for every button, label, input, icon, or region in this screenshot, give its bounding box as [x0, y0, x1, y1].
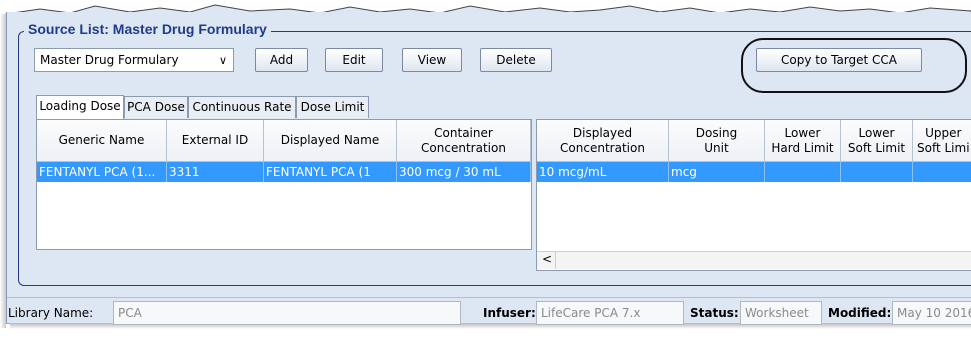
modified-field: May 10 2016	[892, 301, 971, 325]
cell-container-concentration[interactable]: 300 mcg / 30 mL	[397, 162, 531, 182]
highlight-ellipse	[741, 38, 967, 93]
tab-pca-dose[interactable]: PCA Dose	[124, 96, 188, 118]
left-table: Generic Name External ID Displayed Name …	[36, 119, 532, 250]
column-header-upper-soft-limit[interactable]: Upper Soft Limi	[913, 120, 971, 162]
cell-upper-soft-limit[interactable]	[913, 162, 971, 182]
cell-dosing-unit[interactable]: mcg	[669, 162, 765, 182]
tab-dose-limit[interactable]: Dose Limit	[296, 96, 369, 118]
add-button[interactable]: Add	[255, 48, 308, 72]
horizontal-scrollbar[interactable]: <	[537, 251, 971, 269]
column-header-lower-soft-limit[interactable]: Lower Soft Limit	[841, 120, 913, 162]
column-header-dosing-unit[interactable]: Dosing Unit	[669, 120, 765, 162]
column-header-displayed-name[interactable]: Displayed Name	[264, 120, 397, 162]
cell-external-id[interactable]: 3311	[167, 162, 264, 182]
column-header-lower-hard-limit[interactable]: Lower Hard Limit	[765, 120, 841, 162]
cell-lower-hard-limit[interactable]	[765, 162, 841, 182]
scroll-left-arrow-icon[interactable]: <	[542, 252, 552, 266]
view-button[interactable]: View	[402, 48, 462, 72]
modified-label: Modified:	[828, 306, 892, 320]
cell-displayed-concentration[interactable]: 10 mcg/mL	[537, 162, 669, 182]
list-select[interactable]: Master Drug Formulary ∨	[34, 48, 234, 72]
column-header-generic-name[interactable]: Generic Name	[37, 120, 167, 162]
column-header-external-id[interactable]: External ID	[167, 120, 264, 162]
cell-lower-soft-limit[interactable]	[841, 162, 913, 182]
column-header-displayed-concentration[interactable]: Displayed Concentration	[537, 120, 669, 162]
library-name-label: Library Name:	[8, 306, 94, 320]
tab-loading-dose[interactable]: Loading Dose	[36, 95, 124, 119]
infuser-field: LifeCare PCA 7.x	[536, 301, 684, 325]
list-select-value: Master Drug Formulary	[40, 53, 179, 67]
column-header-container-concentration[interactable]: Container Concentration	[397, 120, 531, 162]
scrollbar-divider	[555, 252, 556, 269]
cell-generic-name[interactable]: FENTANYL PCA (1...	[37, 162, 167, 182]
cell-displayed-name[interactable]: FENTANYL PCA (1	[264, 162, 397, 182]
source-list-title: Source List: Master Drug Formulary	[24, 21, 271, 37]
chevron-down-icon: ∨	[218, 54, 227, 67]
delete-button[interactable]: Delete	[480, 48, 552, 72]
infuser-label: Infuser:	[483, 306, 536, 320]
right-table: Displayed Concentration Dosing Unit Lowe…	[536, 119, 971, 271]
edit-button[interactable]: Edit	[325, 48, 383, 72]
status-field: Worksheet	[740, 301, 822, 325]
library-name-field: PCA	[113, 301, 461, 325]
tab-continuous-rate[interactable]: Continuous Rate	[188, 96, 296, 118]
status-label: Status:	[690, 306, 739, 320]
